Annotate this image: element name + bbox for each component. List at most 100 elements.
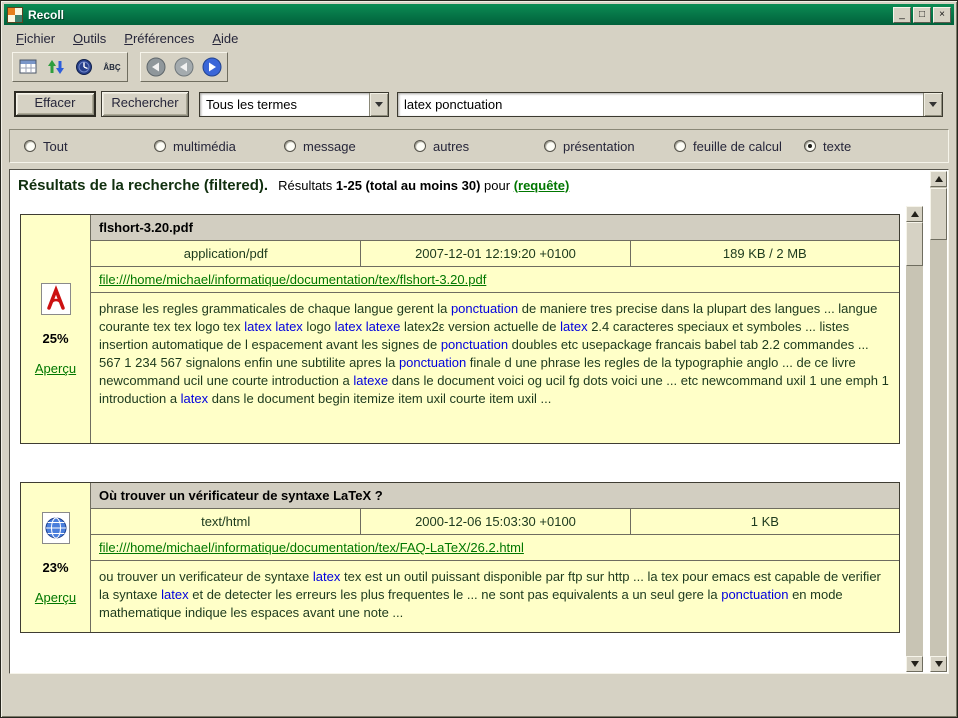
arrow-left-icon (173, 56, 195, 78)
result-title: flshort-3.20.pdf (91, 215, 899, 241)
search-input[interactable] (398, 93, 923, 116)
results-count-pour: pour (484, 178, 510, 193)
chevron-down-icon[interactable] (923, 93, 942, 116)
menu-outils[interactable]: Outils (64, 28, 115, 49)
filter-radio-message[interactable]: message (284, 139, 414, 154)
results-list: 25% Aperçu flshort-3.20.pdf application/… (20, 214, 900, 671)
results-count-range: 1-25 (total au moins 30) (336, 178, 480, 193)
filter-radio-multimedia[interactable]: multimédia (154, 139, 284, 154)
category-filter-panel: Tout multimédia message autres présentat… (9, 129, 949, 163)
result-side-panel: 25% Aperçu (21, 215, 91, 443)
radio-icon (24, 140, 36, 152)
sort-arrows-icon (46, 57, 66, 77)
result-snippet: phrase les regles grammaticales de chaqu… (91, 293, 899, 443)
scroll-down-icon[interactable] (930, 656, 947, 672)
window-title: Recoll (28, 8, 891, 22)
maximize-button[interactable]: □ (913, 7, 931, 23)
filter-label: feuille de calcul (693, 139, 782, 154)
search-bar: Effacer Rechercher Tous les termes (14, 91, 943, 117)
filter-radio-autres[interactable]: autres (414, 139, 544, 154)
radio-icon (544, 140, 556, 152)
result-size: 189 KB / 2 MB (630, 241, 899, 266)
result-size: 1 KB (630, 509, 899, 534)
scroll-up-icon[interactable] (906, 206, 923, 222)
result-date: 2007-12-01 12:19:20 +0100 (360, 241, 629, 266)
result-meta-row: application/pdf 2007-12-01 12:19:20 +010… (91, 241, 899, 267)
result-url-link[interactable]: file:///home/michael/informatique/docume… (99, 272, 486, 287)
relevance-percent: 23% (42, 560, 68, 575)
menu-preferences[interactable]: Préférences (115, 28, 203, 49)
chevron-down-icon[interactable] (369, 93, 388, 116)
radio-icon (154, 140, 166, 152)
result-url-row: file:///home/michael/informatique/docume… (91, 535, 899, 561)
result-side-panel: 23% Aperçu (21, 483, 91, 632)
search-mode-select[interactable]: Tous les termes (199, 92, 389, 117)
recoll-app-icon (7, 7, 23, 23)
result-meta-row: text/html 2000-12-06 15:03:30 +0100 1 KB (91, 509, 899, 535)
result-snippet: ou trouver un verificateur de syntaxe la… (91, 561, 899, 632)
filter-radio-tout[interactable]: Tout (24, 139, 154, 154)
radio-icon (804, 140, 816, 152)
result-url-link[interactable]: file:///home/michael/informatique/docume… (99, 540, 524, 555)
radio-icon (414, 140, 426, 152)
menu-aide[interactable]: Aide (203, 28, 247, 49)
result-table-icon (18, 57, 38, 77)
titlebar[interactable]: Recoll _ □ × (4, 4, 954, 25)
history-icon (74, 57, 94, 77)
prev-page-button[interactable] (170, 54, 198, 80)
scroll-up-icon[interactable] (930, 171, 947, 187)
recoll-window: Recoll _ □ × Fichier Outils Préférences … (0, 0, 958, 718)
filter-label: message (303, 139, 356, 154)
radio-icon (674, 140, 686, 152)
preview-link[interactable]: Aperçu (35, 590, 76, 605)
relevance-percent: 25% (42, 331, 68, 346)
results-pane: Résultats de la recherche (filtered). Rés… (9, 169, 949, 674)
filter-radio-texte[interactable]: texte (804, 139, 934, 154)
result-item: 23% Aperçu Où trouver un vérificateur de… (20, 482, 900, 633)
arrow-right-icon (201, 56, 223, 78)
sort-button[interactable] (42, 54, 70, 80)
result-mime: text/html (91, 509, 360, 534)
scrollbar-thumb[interactable] (906, 222, 923, 266)
first-page-button[interactable] (142, 54, 170, 80)
toolbar-group-tools: ÂBÇ (12, 52, 128, 82)
results-list-scrollbar[interactable] (906, 206, 923, 672)
results-title: Résultats de la recherche (filtered). (18, 177, 268, 194)
next-page-button[interactable] (198, 54, 226, 80)
filter-label: Tout (43, 139, 68, 154)
minimize-button[interactable]: _ (893, 7, 911, 23)
history-button[interactable] (70, 54, 98, 80)
close-button[interactable]: × (933, 7, 951, 23)
results-count-prefix: Résultats (278, 178, 332, 193)
menu-fichier[interactable]: Fichier (7, 28, 64, 49)
toolbar: ÂBÇ (12, 52, 228, 82)
search-mode-value: Tous les termes (200, 93, 369, 116)
toolbar-group-nav (140, 52, 228, 82)
search-query-combo (397, 92, 943, 117)
clear-button[interactable]: Effacer (14, 91, 96, 117)
scroll-down-icon[interactable] (906, 656, 923, 672)
filter-radio-presentation[interactable]: présentation (544, 139, 674, 154)
results-pane-scrollbar[interactable] (930, 171, 947, 672)
result-url-row: file:///home/michael/informatique/docume… (91, 267, 899, 293)
query-link[interactable]: (requête) (514, 178, 570, 193)
filter-label: autres (433, 139, 469, 154)
result-mime: application/pdf (91, 241, 360, 266)
result-table-button[interactable] (14, 54, 42, 80)
filter-label: présentation (563, 139, 635, 154)
results-header: Résultats de la recherche (filtered). Rés… (18, 177, 902, 195)
radio-icon (284, 140, 296, 152)
pdf-icon (40, 282, 72, 316)
search-button[interactable]: Rechercher (101, 91, 189, 117)
filter-label: texte (823, 139, 851, 154)
preview-link[interactable]: Aperçu (35, 361, 76, 376)
result-date: 2000-12-06 15:03:30 +0100 (360, 509, 629, 534)
filter-radio-feuille-de-calcul[interactable]: feuille de calcul (674, 139, 804, 154)
result-item: 25% Aperçu flshort-3.20.pdf application/… (20, 214, 900, 444)
term-explorer-icon: ÂBÇ (103, 63, 120, 72)
scrollbar-thumb[interactable] (930, 188, 947, 240)
result-title: Où trouver un vérificateur de syntaxe La… (91, 483, 899, 509)
filter-label: multimédia (173, 139, 236, 154)
term-explorer-button[interactable]: ÂBÇ (98, 54, 126, 80)
arrow-left-icon (145, 56, 167, 78)
